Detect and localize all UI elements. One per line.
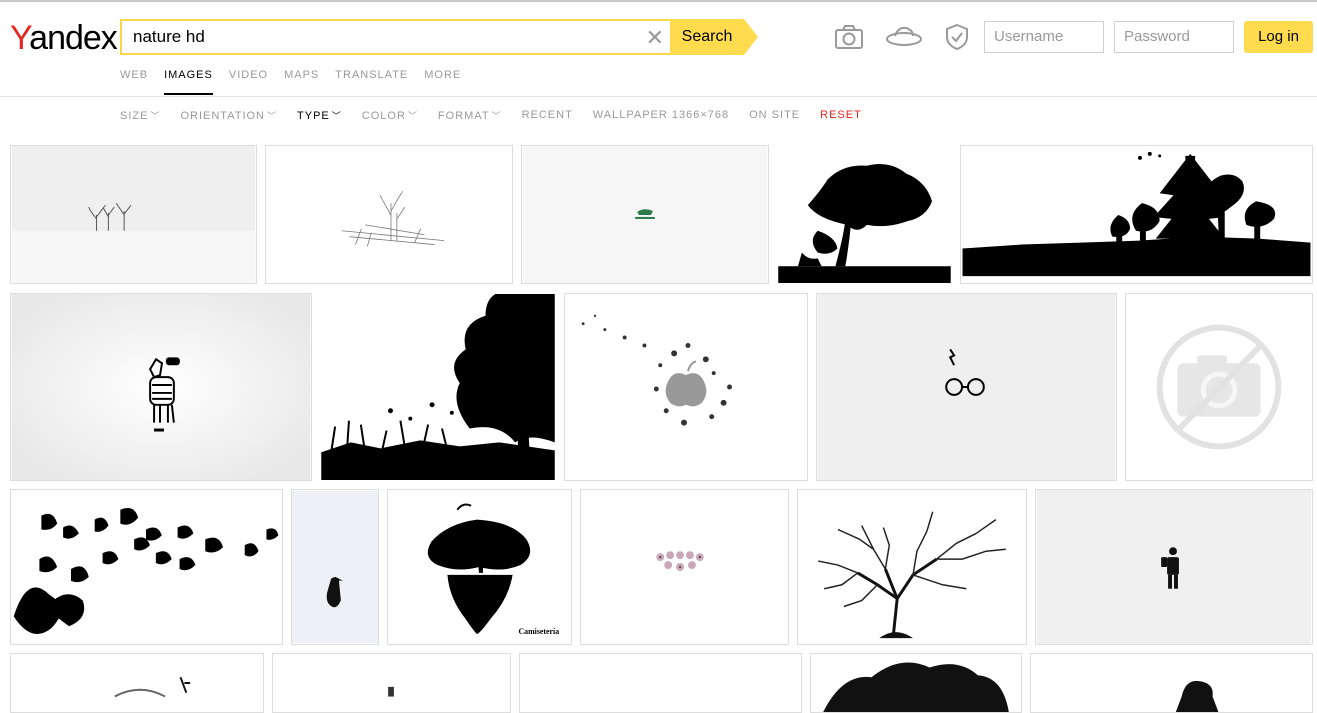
result-image-tree-grass-silhouette[interactable] (320, 293, 556, 481)
result-image-snowy-trees[interactable] (10, 145, 257, 284)
result-image-bare-tree[interactable] (797, 489, 1027, 645)
nav-web[interactable]: WEB (120, 67, 148, 95)
result-image-butterflies[interactable] (10, 489, 283, 645)
result-image-pink-spheres[interactable] (580, 489, 789, 645)
filter-size[interactable]: SIZE ﹀ (120, 109, 160, 122)
search-nav: WEB IMAGES VIDEO MAPS TRANSLATE MORE (120, 67, 477, 95)
nav-maps[interactable]: MAPS (284, 67, 319, 95)
chevron-down-icon: ﹀ (407, 111, 418, 121)
result-image-apple-logo-butterflies[interactable] (564, 293, 808, 481)
search-input[interactable] (122, 21, 622, 53)
filter-color-label: COLOR (361, 110, 406, 122)
filter-color[interactable]: COLOR ﹀ (362, 109, 418, 122)
filter-on-site[interactable]: ON SITE (749, 109, 800, 122)
password-field[interactable]: Password (1114, 21, 1234, 53)
filter-type[interactable]: TYPE ﹀ (297, 109, 342, 122)
nav-images[interactable]: IMAGES (164, 67, 213, 95)
logo-first-letter: Y (10, 19, 30, 57)
login-button[interactable]: Log in (1244, 21, 1313, 53)
result-image-glasses-lightning[interactable] (816, 293, 1117, 481)
logo-rest: andex (29, 19, 118, 57)
username-field[interactable]: Username (984, 21, 1104, 53)
result-image-winter-sketch-tree[interactable] (265, 145, 513, 284)
filter-format-label: FORMAT (437, 110, 490, 122)
ufo-icon[interactable] (884, 22, 924, 52)
filter-size-label: SIZE (120, 110, 149, 122)
clear-icon[interactable]: ✕ (646, 26, 664, 50)
result-image-floating-tree[interactable]: Camisetería (387, 489, 572, 645)
chevron-down-icon: ﹀ (267, 111, 278, 121)
search-box: ✕ (120, 19, 672, 55)
result-image-penguin[interactable] (291, 489, 379, 645)
filter-wallpaper[interactable]: WALLPAPER 1366×768 (593, 109, 729, 122)
nav-more[interactable]: MORE (424, 67, 461, 95)
result-image-lacoste-logo[interactable] (521, 145, 769, 284)
result-image-partial-1[interactable] (10, 653, 264, 713)
filter-type-label: TYPE (297, 110, 330, 122)
filter-reset[interactable]: RESET (820, 109, 862, 122)
result-image-partial-2[interactable] (272, 653, 511, 713)
chevron-down-icon: ﹀ (491, 111, 502, 121)
result-image-zebra[interactable] (10, 293, 312, 481)
filter-orientation[interactable]: ORIENTATION ﹀ (180, 109, 277, 122)
result-image-forest-silhouette[interactable] (960, 145, 1313, 284)
header-divider (0, 96, 1317, 97)
filter-format[interactable]: FORMAT ﹀ (438, 109, 502, 122)
result-image-hiker-fog[interactable] (1035, 489, 1313, 645)
result-image-unavailable[interactable] (1125, 293, 1313, 481)
result-image-partial-4[interactable] (810, 653, 1022, 713)
search-button[interactable]: Search (670, 19, 758, 55)
svg-text:Camisetería: Camisetería (518, 627, 559, 636)
result-image-tree-silhouette[interactable] (777, 145, 952, 284)
chevron-down-icon: ﹀ (331, 111, 342, 121)
filter-bar: SIZE ﹀ ORIENTATION ﹀ TYPE ﹀ COLOR ﹀ FORMAT ﹀ … (120, 109, 882, 122)
result-image-partial-3[interactable] (519, 653, 802, 713)
top-border (0, 0, 1317, 2)
camera-icon[interactable] (832, 22, 866, 52)
nav-translate[interactable]: TRANSLATE (335, 67, 408, 95)
shield-icon[interactable] (942, 22, 972, 52)
nav-video[interactable]: VIDEO (229, 67, 268, 95)
result-image-partial-5[interactable] (1030, 653, 1313, 713)
filter-recent[interactable]: RECENT (522, 109, 573, 122)
filter-orientation-label: ORIENTATION (180, 110, 266, 122)
chevron-down-icon: ﹀ (150, 111, 161, 121)
yandex-logo[interactable]: Yandex (10, 18, 118, 58)
